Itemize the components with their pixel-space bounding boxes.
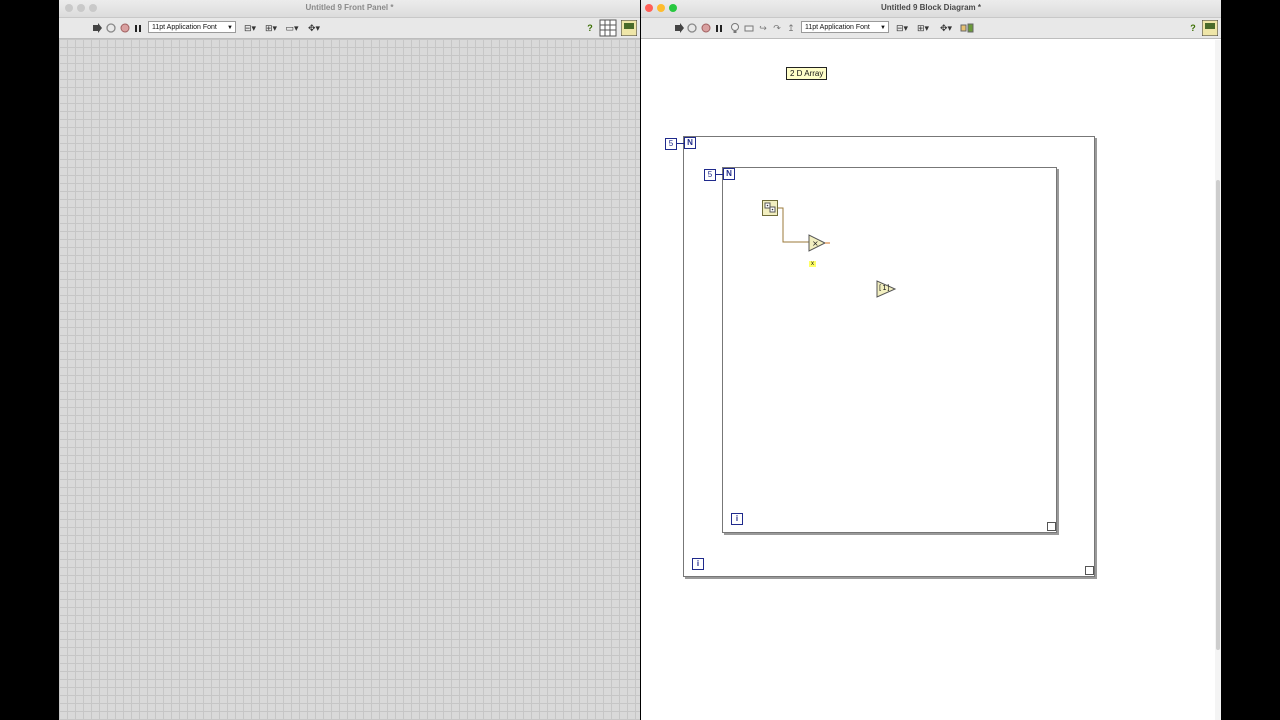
window-title: Untitled 9 Front Panel * <box>305 3 394 12</box>
highlight-execution-icon[interactable] <box>729 18 741 38</box>
multiply-icon[interactable]: × <box>807 234 831 252</box>
help-icon[interactable]: ? <box>584 18 596 38</box>
run-arrow-icon[interactable] <box>91 18 103 38</box>
run-continuous-icon[interactable] <box>686 18 698 38</box>
align-icon[interactable]: ⊟▾ <box>893 18 911 38</box>
inner-iteration-terminal[interactable]: i <box>731 513 743 525</box>
help-icon[interactable]: ? <box>1187 18 1199 38</box>
align-icon[interactable]: ⊟▾ <box>241 18 259 38</box>
inner-count-wire <box>716 174 723 175</box>
inner-for-loop[interactable] <box>722 167 1057 533</box>
reorder-icon[interactable]: ✥▾ <box>937 18 955 38</box>
outer-iteration-terminal[interactable]: i <box>692 558 704 570</box>
svg-text:×: × <box>812 239 819 248</box>
run-continuous-icon[interactable] <box>105 18 117 38</box>
pause-icon[interactable] <box>133 18 143 38</box>
outer-count-wire <box>677 143 684 144</box>
increment-icon[interactable]: [1] <box>875 280 897 298</box>
inner-count-constant[interactable]: 5 <box>704 169 716 181</box>
vi-icon[interactable] <box>1201 18 1219 38</box>
outer-count-terminal[interactable]: N <box>684 137 696 149</box>
front-panel-toolbar: 11pt Application Font ▼ ⊟▾ ⊞▾ ▭▾ ✥▾ ? <box>59 18 640 39</box>
font-select[interactable]: 11pt Application Font ▼ <box>801 21 889 33</box>
step-out-icon[interactable]: ↥ <box>785 18 797 38</box>
window-title: Untitled 9 Block Diagram * <box>880 3 982 12</box>
front-panel-window: Untitled 9 Front Panel * 11pt Applicatio… <box>59 0 640 720</box>
array-label[interactable]: 2 D Array <box>786 67 828 80</box>
increment-label: [1] <box>878 284 891 292</box>
resize-icon[interactable]: ▭▾ <box>283 18 301 38</box>
random-number-icon[interactable] <box>762 200 778 216</box>
reorder-icon[interactable]: ✥▾ <box>305 18 323 38</box>
block-diagram-window: Untitled 9 Block Diagram * ↪ ↷ ↥ 11pt Ap… <box>641 0 1221 720</box>
multiply-constant[interactable]: x <box>809 261 816 267</box>
font-select-value: 11pt Application Font <box>152 24 217 31</box>
block-diagram-toolbar: ↪ ↷ ↥ 11pt Application Font ▼ ⊟▾ ⊞▾ ✥▾ ? <box>641 18 1221 39</box>
front-panel-titlebar[interactable]: Untitled 9 Front Panel * <box>59 0 640 18</box>
step-over-icon[interactable]: ↷ <box>771 18 783 38</box>
block-diagram-titlebar[interactable]: Untitled 9 Block Diagram * <box>641 0 1221 18</box>
outer-count-constant[interactable]: 5 <box>665 138 677 150</box>
chevron-down-icon: ▼ <box>227 25 233 31</box>
retain-wire-icon[interactable] <box>743 18 755 38</box>
font-select[interactable]: 11pt Application Font ▼ <box>148 21 236 33</box>
front-panel-canvas[interactable] <box>59 39 640 720</box>
connector-pane-icon[interactable] <box>598 18 618 38</box>
outer-resize-handle[interactable] <box>1085 566 1094 575</box>
distribute-icon[interactable]: ⊞▾ <box>914 18 932 38</box>
inner-count-terminal[interactable]: N <box>723 168 735 180</box>
scrollbar-thumb[interactable] <box>1216 180 1220 650</box>
step-into-icon[interactable]: ↪ <box>757 18 769 38</box>
abort-icon[interactable] <box>700 18 712 38</box>
abort-icon[interactable] <box>119 18 131 38</box>
pause-icon[interactable] <box>714 18 724 38</box>
font-select-value: 11pt Application Font <box>805 24 870 31</box>
vertical-scrollbar[interactable] <box>1215 40 1221 720</box>
run-arrow-icon[interactable] <box>673 18 685 38</box>
chevron-down-icon: ▼ <box>880 25 886 31</box>
inner-resize-handle[interactable] <box>1047 522 1056 531</box>
vi-icon[interactable] <box>620 18 638 38</box>
distribute-icon[interactable]: ⊞▾ <box>262 18 280 38</box>
cleanup-icon[interactable] <box>959 18 975 38</box>
